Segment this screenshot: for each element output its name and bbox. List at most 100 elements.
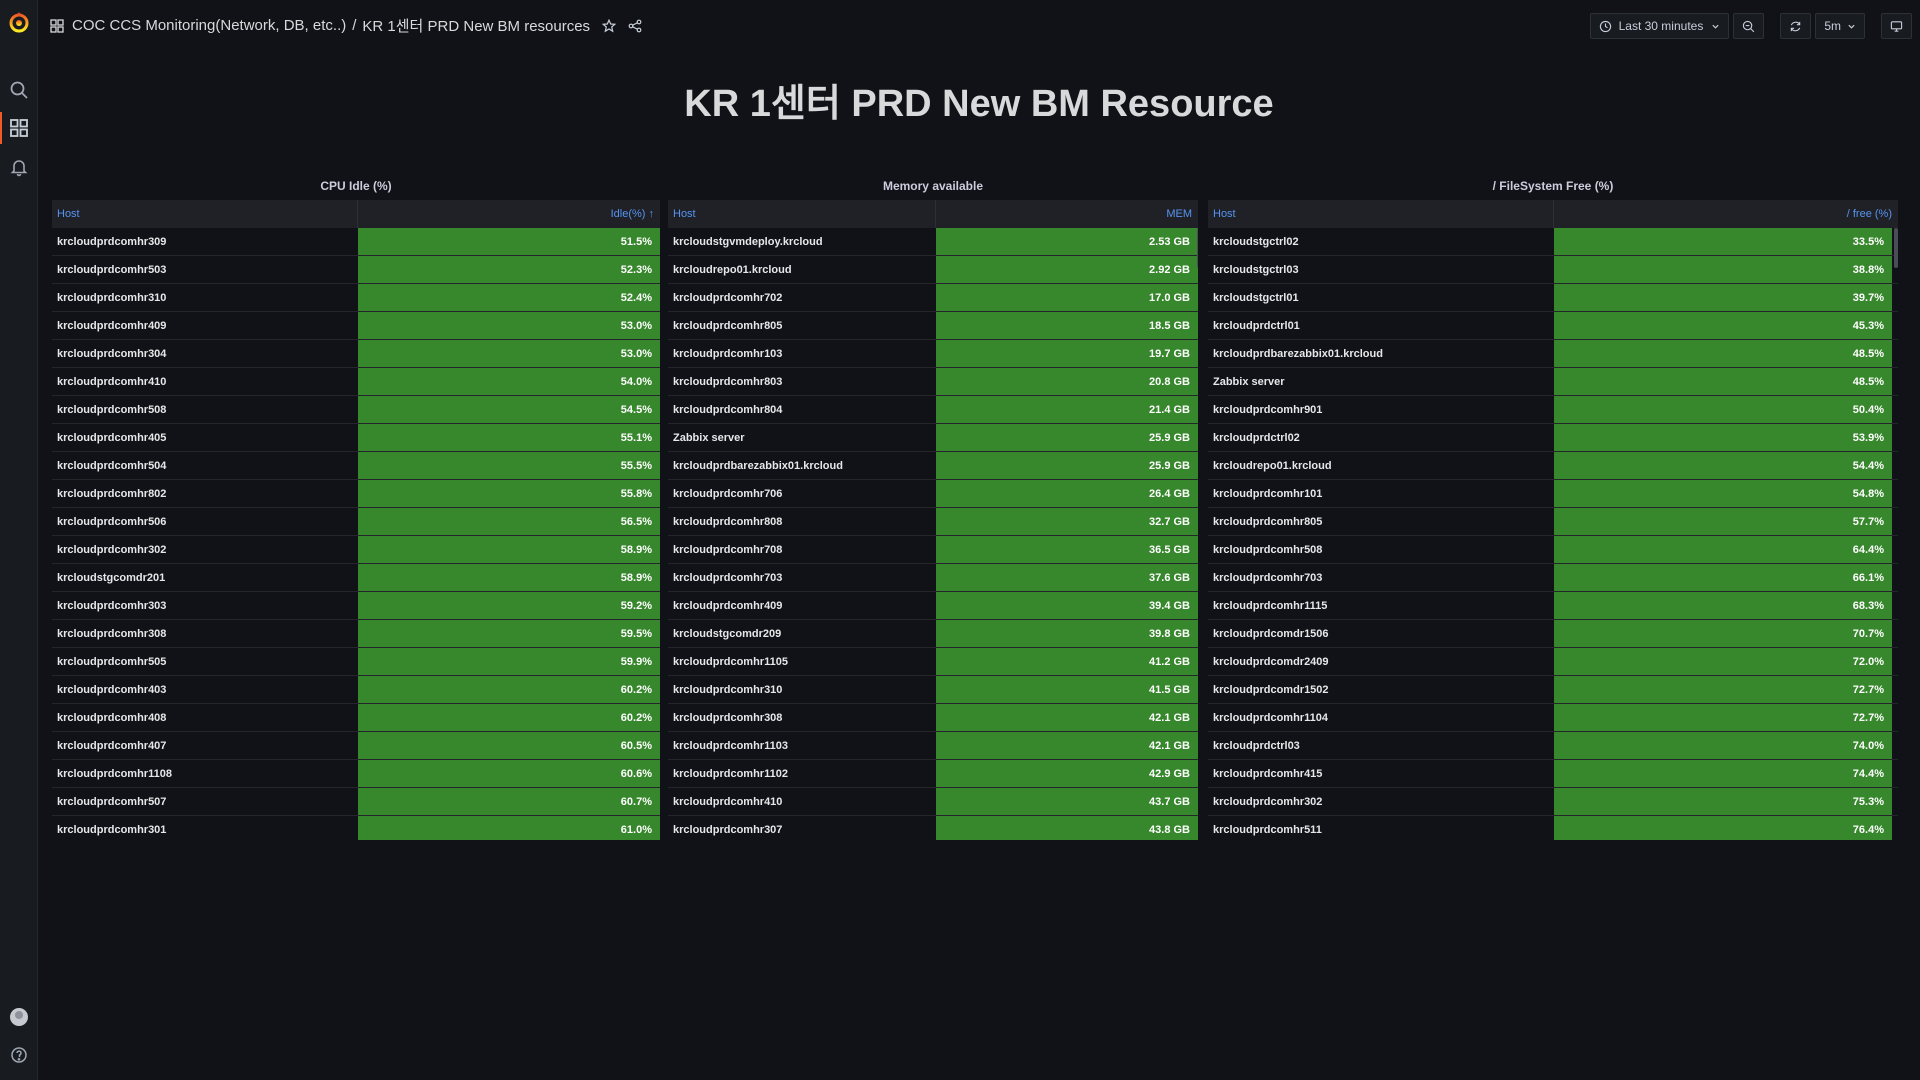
time-range-picker[interactable]: Last 30 minutes: [1589, 13, 1730, 39]
zoom-out-button[interactable]: [1733, 13, 1765, 39]
table-row[interactable]: krcloudprdcomhr309 51.5%: [52, 228, 660, 256]
table-row[interactable]: krcloudprdcomhr304 53.0%: [52, 340, 660, 368]
table-row[interactable]: krcloudprdctrl03 74.0%: [1208, 732, 1898, 760]
table-row[interactable]: krcloudprdcomhr302 75.3%: [1208, 788, 1898, 816]
table-row[interactable]: krcloudprdcomhr415 74.4%: [1208, 760, 1898, 788]
table-row[interactable]: krcloudprdcomhr1108 60.6%: [52, 760, 660, 788]
table-row[interactable]: krcloudprdcomhr1102 42.9 GB: [668, 760, 1198, 788]
table-row[interactable]: krcloudprdcomhr511 76.4%: [1208, 816, 1898, 840]
panel-title[interactable]: / FileSystem Free (%): [1208, 174, 1898, 198]
refresh-button[interactable]: [1780, 13, 1812, 39]
table-row[interactable]: krcloudprdcomhr407 60.5%: [52, 732, 660, 760]
table-row[interactable]: krcloudprdcomhr302 58.9%: [52, 536, 660, 564]
table-row[interactable]: krcloudprdbarezabbix01.krcloud 25.9 GB: [668, 452, 1198, 480]
table-row[interactable]: krcloudprdcomhr1103 42.1 GB: [668, 732, 1198, 760]
column-header-host[interactable]: Host: [1208, 200, 1554, 228]
table-body[interactable]: krcloudstgvmdeploy.krcloud 2.53 GB krcloud…: [668, 228, 1198, 840]
table-row[interactable]: krcloudprdcomhr403 60.2%: [52, 676, 660, 704]
panel-title[interactable]: CPU Idle (%): [52, 174, 660, 198]
table-row[interactable]: krcloudprdcomhr310 41.5 GB: [668, 676, 1198, 704]
table-row[interactable]: krcloudprdcomhr803 20.8 GB: [668, 368, 1198, 396]
table-row[interactable]: krcloudprdcomhr303 59.2%: [52, 592, 660, 620]
table-row[interactable]: krcloudprdcomhr808 32.7 GB: [668, 508, 1198, 536]
table-row[interactable]: krcloudprdcomhr101 54.8%: [1208, 480, 1898, 508]
table-row[interactable]: krcloudprdcomhr1105 41.2 GB: [668, 648, 1198, 676]
grafana-logo-icon[interactable]: [7, 10, 31, 34]
table-row[interactable]: krcloudprdcomhr310 52.4%: [52, 284, 660, 312]
host-cell: krcloudprdcomhr301: [57, 824, 167, 836]
table-row[interactable]: krcloudprdctrl01 45.3%: [1208, 312, 1898, 340]
table-row[interactable]: krcloudstgcomdr201 58.9%: [52, 564, 660, 592]
table-row[interactable]: krcloudprdcomhr702 17.0 GB: [668, 284, 1198, 312]
table-row[interactable]: krcloudprdcomhr308 59.5%: [52, 620, 660, 648]
table-row[interactable]: krcloudprdcomhr802 55.8%: [52, 480, 660, 508]
help-icon[interactable]: [9, 1045, 29, 1065]
table-row[interactable]: krcloudprdcomhr409 53.0%: [52, 312, 660, 340]
table-row[interactable]: krcloudprdcomhr706 26.4 GB: [668, 480, 1198, 508]
table-row[interactable]: krcloudprdcomhr508 54.5%: [52, 396, 660, 424]
table-row[interactable]: krcloudprdctrl02 53.9%: [1208, 424, 1898, 452]
share-icon[interactable]: [628, 19, 642, 33]
table-row[interactable]: krcloudprdcomhr410 54.0%: [52, 368, 660, 396]
breadcrumb-folder-link[interactable]: COC CCS Monitoring(Network, DB, etc..): [72, 17, 346, 34]
table-row[interactable]: krcloudprdbarezabbix01.krcloud 48.5%: [1208, 340, 1898, 368]
host-cell: krcloudrepo01.krcloud: [673, 264, 792, 276]
table-row[interactable]: krcloudprdcomhr410 43.7 GB: [668, 788, 1198, 816]
table-row[interactable]: Zabbix server 25.9 GB: [668, 424, 1198, 452]
table-row[interactable]: krcloudprdcomdr1506 70.7%: [1208, 620, 1898, 648]
table-row[interactable]: krcloudprdcomhr703 66.1%: [1208, 564, 1898, 592]
table-row[interactable]: krcloudprdcomhr504 55.5%: [52, 452, 660, 480]
table-row[interactable]: krcloudprdcomhr503 52.3%: [52, 256, 660, 284]
host-cell: krcloudprdcomhr303: [57, 600, 167, 612]
scrollbar[interactable]: [1197, 228, 1198, 268]
table-row[interactable]: krcloudprdcomhr308 42.1 GB: [668, 704, 1198, 732]
column-header-free[interactable]: / free (%): [1554, 200, 1898, 228]
table-row[interactable]: krcloudprdcomhr508 64.4%: [1208, 536, 1898, 564]
table-row[interactable]: krcloudprdcomhr103 19.7 GB: [668, 340, 1198, 368]
table-row[interactable]: krcloudprdcomhr708 36.5 GB: [668, 536, 1198, 564]
table-row[interactable]: krcloudstgctrl01 39.7%: [1208, 284, 1898, 312]
table-row[interactable]: krcloudprdcomhr901 50.4%: [1208, 396, 1898, 424]
table-row[interactable]: Zabbix server 48.5%: [1208, 368, 1898, 396]
table-body[interactable]: krcloudstgctrl02 33.5% krcloudstgctrl03 38.…: [1208, 228, 1898, 840]
host-cell: krcloudprdcomhr507: [57, 796, 167, 808]
table-row[interactable]: krcloudrepo01.krcloud 2.92 GB: [668, 256, 1198, 284]
table-row[interactable]: krcloudstgvmdeploy.krcloud 2.53 GB: [668, 228, 1198, 256]
table-row[interactable]: krcloudprdcomhr1104 72.7%: [1208, 704, 1898, 732]
panel-title[interactable]: Memory available: [668, 174, 1198, 198]
user-avatar[interactable]: [10, 1008, 28, 1026]
bell-icon[interactable]: [9, 157, 29, 177]
table-row[interactable]: krcloudprdcomdr1502 72.7%: [1208, 676, 1898, 704]
table-row[interactable]: krcloudprdcomhr301 61.0%: [52, 816, 660, 840]
column-header-idle[interactable]: Idle(%) ↑: [358, 200, 660, 228]
search-icon[interactable]: [9, 80, 29, 100]
column-header-host[interactable]: Host: [668, 200, 936, 228]
table-row[interactable]: krcloudstgcomdr209 39.8 GB: [668, 620, 1198, 648]
table-row[interactable]: krcloudprdcomhr505 59.9%: [52, 648, 660, 676]
table-row[interactable]: krcloudprdcomhr1115 68.3%: [1208, 592, 1898, 620]
table-row[interactable]: krcloudprdcomhr405 55.1%: [52, 424, 660, 452]
table-row[interactable]: krcloudprdcomhr703 37.6 GB: [668, 564, 1198, 592]
table-row[interactable]: krcloudprdcomhr805 57.7%: [1208, 508, 1898, 536]
table-body[interactable]: krcloudprdcomhr309 51.5% krcloudprdcomhr50…: [52, 228, 660, 840]
table-row[interactable]: krcloudstgctrl03 38.8%: [1208, 256, 1898, 284]
star-icon[interactable]: [602, 18, 617, 33]
table-row[interactable]: krcloudprdcomhr804 21.4 GB: [668, 396, 1198, 424]
table-row[interactable]: krcloudprdcomdr2409 72.0%: [1208, 648, 1898, 676]
table-row[interactable]: krcloudstgctrl02 33.5%: [1208, 228, 1898, 256]
table-row[interactable]: krcloudprdcomhr307 43.8 GB: [668, 816, 1198, 840]
table-row[interactable]: krcloudprdcomhr805 18.5 GB: [668, 312, 1198, 340]
table-row[interactable]: krcloudprdcomhr408 60.2%: [52, 704, 660, 732]
table-row[interactable]: krcloudprdcomhr506 56.5%: [52, 508, 660, 536]
refresh-interval-picker[interactable]: 5m: [1815, 13, 1865, 39]
tv-mode-button[interactable]: [1881, 13, 1912, 39]
breadcrumb-dashboard-title[interactable]: KR 1센터 PRD New BM resources: [362, 15, 590, 36]
table-row[interactable]: krcloudrepo01.krcloud 54.4%: [1208, 452, 1898, 480]
scrollbar[interactable]: [1894, 228, 1898, 268]
table-row[interactable]: krcloudprdcomhr409 39.4 GB: [668, 592, 1198, 620]
host-cell: krcloudprdcomhr309: [57, 236, 167, 248]
table-row[interactable]: krcloudprdcomhr507 60.7%: [52, 788, 660, 816]
column-header-mem[interactable]: MEM: [936, 200, 1198, 228]
dashboards-icon[interactable]: [9, 118, 29, 138]
column-header-host[interactable]: Host: [52, 200, 358, 228]
